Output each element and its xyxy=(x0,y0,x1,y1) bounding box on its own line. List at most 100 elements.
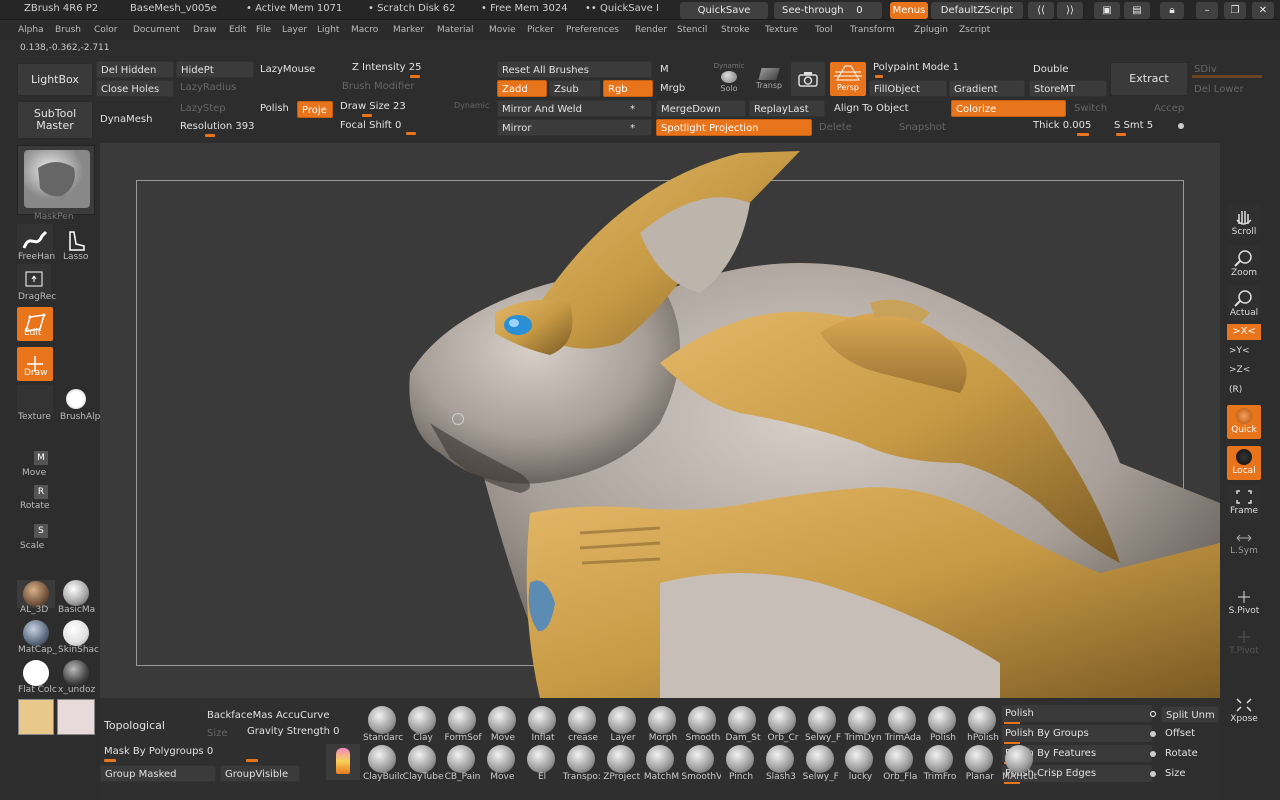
del-lower-button[interactable]: Del Lower xyxy=(1190,81,1260,98)
draw-size-slider[interactable]: Draw Size 23 xyxy=(336,98,456,115)
minimize-icon[interactable]: – xyxy=(1196,2,1218,19)
brush-brushes_row2-11[interactable]: Selwy_F xyxy=(801,745,839,783)
mask-by-polygroups-slider[interactable]: Mask By Polygroups 0 xyxy=(100,743,280,760)
mrgb-button[interactable]: Mrgb xyxy=(656,80,706,97)
menu-texture[interactable]: Texture xyxy=(765,25,798,35)
menu-zplugin[interactable]: Zplugin xyxy=(914,25,948,35)
m-button[interactable]: M xyxy=(656,61,686,78)
zadd-button[interactable]: Zadd xyxy=(497,80,547,97)
accept-button[interactable]: Accep xyxy=(1150,100,1190,117)
menus-button[interactable]: Menus xyxy=(890,2,928,19)
menu-alpha[interactable]: Alpha xyxy=(18,25,44,35)
brush-brushes_row1-9[interactable]: Dam_St xyxy=(723,706,761,744)
brush-brushes_row1-3[interactable]: Move xyxy=(483,706,521,744)
brush-brushes_row1-8[interactable]: Smooth xyxy=(683,706,721,744)
align-to-object-button[interactable]: Align To Object xyxy=(830,100,950,117)
polish-button[interactable]: Polish xyxy=(1002,705,1152,722)
brush-brushes_row1-10[interactable]: Orb_Cr xyxy=(763,706,801,744)
rgb-button[interactable]: Rgb xyxy=(603,80,653,97)
brush-brushes_row2-15[interactable]: Planar xyxy=(960,745,998,783)
menu-file[interactable]: File xyxy=(256,25,271,35)
spotlight-projection-button[interactable]: Spotlight Projection xyxy=(656,119,812,136)
dynamesh-button[interactable]: DynaMesh xyxy=(96,111,174,128)
brush-alpha-icon[interactable] xyxy=(66,389,86,409)
material-skinshade-icon[interactable] xyxy=(63,620,89,646)
maximize-icon[interactable]: ❐ xyxy=(1224,2,1246,19)
menu-draw[interactable]: Draw xyxy=(193,25,217,35)
material-slot-1[interactable] xyxy=(17,580,55,608)
close-holes-button[interactable]: Close Holes xyxy=(96,80,174,97)
document-canvas[interactable] xyxy=(100,143,1220,698)
hidept-button[interactable]: HidePt xyxy=(176,61,254,78)
menu-macro[interactable]: Macro xyxy=(351,25,378,35)
fillobject-button[interactable]: FillObject xyxy=(869,80,947,97)
brush-brushes_row1-4[interactable]: Inflat xyxy=(523,706,561,744)
snapshot-button[interactable]: Snapshot xyxy=(895,119,955,136)
project-toggle[interactable]: Proje xyxy=(297,101,333,118)
colorize-button[interactable]: Colorize xyxy=(951,100,1066,117)
brush-brushes_row2-1[interactable]: ClayTube xyxy=(403,745,443,783)
brush-brushes_row2-4[interactable]: El xyxy=(522,745,560,783)
material-undoz-icon[interactable] xyxy=(63,660,89,686)
brush-brushes_row1-5[interactable]: crease xyxy=(563,706,601,744)
zoom-button[interactable]: Zoom xyxy=(1227,246,1261,280)
split-unmasked-button[interactable]: Split Unm xyxy=(1161,706,1219,723)
brush-brushes_row2-6[interactable]: ZProject xyxy=(602,745,640,783)
menu-color[interactable]: Color xyxy=(94,25,118,35)
x-axis-toggle[interactable]: >X< xyxy=(1227,324,1261,340)
thick-slider[interactable]: Thick 0.005 xyxy=(1029,117,1104,134)
frame-button[interactable]: Frame xyxy=(1227,486,1261,520)
z-axis-toggle[interactable]: >Z< xyxy=(1229,365,1250,375)
lazyradius-slider[interactable]: LazyRadius xyxy=(176,79,316,96)
menu-picker[interactable]: Picker xyxy=(527,25,554,35)
layout-icon[interactable]: ▣ xyxy=(1094,2,1120,19)
y-axis-toggle[interactable]: >Y< xyxy=(1229,346,1250,356)
brush-brushes_row2-9[interactable]: Pinch xyxy=(721,745,759,783)
zsub-button[interactable]: Zsub xyxy=(549,80,601,97)
brush-brushes_row1-7[interactable]: Morph xyxy=(643,706,681,744)
quick-button[interactable]: Quick xyxy=(1227,405,1261,439)
brush-brushes_row1-1[interactable]: Clay xyxy=(403,706,441,744)
offset-button[interactable]: Offset xyxy=(1161,725,1219,742)
menu-brush[interactable]: Brush xyxy=(55,25,81,35)
menu-zscript[interactable]: Zscript xyxy=(959,25,990,35)
brush-brushes_row2-3[interactable]: Move xyxy=(482,745,520,783)
secondary-color-swatch[interactable] xyxy=(57,699,95,735)
size-button[interactable]: Size xyxy=(1161,765,1219,782)
see-through-slider[interactable]: See-through 0 xyxy=(774,2,882,19)
menu-marker[interactable]: Marker xyxy=(393,25,424,35)
z-intensity-slider[interactable]: Z Intensity 25 xyxy=(348,59,488,76)
brush-brushes_row2-12[interactable]: lucky xyxy=(841,745,879,783)
del-hidden-button[interactable]: Del Hidden xyxy=(96,61,174,78)
local-button[interactable]: Local xyxy=(1227,446,1261,480)
texture-slot[interactable] xyxy=(17,385,53,415)
menu-stroke[interactable]: Stroke xyxy=(721,25,750,35)
reset-all-brushes-button[interactable]: Reset All Brushes xyxy=(497,61,652,78)
actual-button[interactable]: Actual xyxy=(1227,286,1261,320)
polish-toggle[interactable]: Polish xyxy=(256,100,296,117)
brush-brushes_row1-0[interactable]: Standarc xyxy=(363,706,403,744)
menu-document[interactable]: Document xyxy=(133,25,180,35)
main-color-swatch[interactable] xyxy=(18,699,54,735)
persp-button[interactable]: Persp xyxy=(830,62,866,96)
delete-button[interactable]: Delete xyxy=(815,119,875,136)
brush-brushes_row2-14[interactable]: TrimFro xyxy=(920,745,958,783)
resolution-slider[interactable]: Resolution 393 xyxy=(176,118,316,135)
extract-button[interactable]: Extract xyxy=(1110,62,1188,96)
lsym-button[interactable]: L.Sym xyxy=(1227,528,1261,562)
brush-brushes_row2-5[interactable]: Transpo: xyxy=(562,745,601,783)
polish-by-groups-button[interactable]: Polish By Groups xyxy=(1002,725,1152,742)
default-zscript-button[interactable]: DefaultZScript xyxy=(931,2,1023,19)
brush-brushes_row2-13[interactable]: Orb_Fla xyxy=(880,745,918,783)
subtool-master-button[interactable]: SubTool Master xyxy=(17,101,93,139)
material-matcap-icon[interactable] xyxy=(23,620,49,646)
lazystep-slider[interactable]: LazyStep xyxy=(176,100,256,117)
mirror-and-weld-button[interactable]: Mirror And Weld * xyxy=(497,100,652,117)
lightbox-button[interactable]: LightBox xyxy=(17,63,93,96)
menu-render[interactable]: Render xyxy=(635,25,667,35)
replaylast-button[interactable]: ReplayLast xyxy=(749,100,825,117)
polypaint-mode-slider[interactable]: Polypaint Mode 1 xyxy=(869,59,1019,76)
menu-tool[interactable]: Tool xyxy=(815,25,832,35)
popsicle-icon[interactable] xyxy=(326,744,360,780)
material-basic-icon[interactable] xyxy=(63,580,89,606)
